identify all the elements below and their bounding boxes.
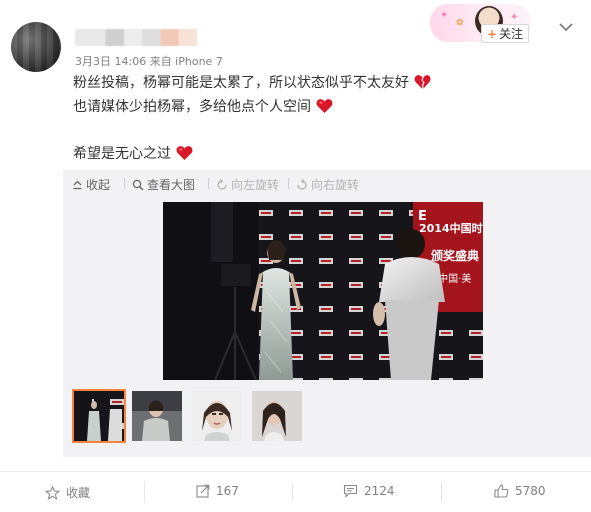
- comment-button[interactable]: 2124: [343, 484, 395, 498]
- favorite-button[interactable]: 收藏: [45, 484, 90, 501]
- action-divider: [292, 482, 293, 502]
- view-large-label: 查看大图: [147, 178, 196, 192]
- follow-button[interactable]: + 关注: [481, 24, 529, 43]
- broken-heart-icon: [415, 75, 431, 89]
- heart-icon: [177, 146, 193, 160]
- post-meta: 3月3日 14:06 来自 iPhone 7: [75, 55, 223, 68]
- plus-icon: +: [486, 26, 498, 41]
- collapse-icon: [73, 180, 82, 190]
- thumbs-up-icon: [494, 484, 509, 498]
- post-text-line-2: 也请媒体少拍杨幂，多给他点个人空间: [73, 96, 333, 116]
- favorite-label: 收藏: [66, 486, 91, 500]
- weibo-post-card: 3月3日 14:06 来自 iPhone 7 ✦ ✿ ✦ + 关注 粉丝投稿，杨幂…: [0, 0, 591, 512]
- rotate-right-icon: [297, 178, 307, 190]
- rotate-left-label: 向左旋转: [231, 178, 280, 192]
- comment-count: 2124: [364, 484, 395, 498]
- post-text-line-3: 希望是无心之过: [73, 143, 193, 163]
- media-box: 收起 查看大图 向左旋转 向右旋转 2014中国时 颁奖盛典 ·中国·美 E: [63, 170, 591, 457]
- repost-icon: [196, 484, 210, 498]
- backdrop-banner-word: 颁奖盛典: [431, 248, 479, 263]
- action-divider: [441, 482, 442, 502]
- post-text-line-1: 粉丝投稿，杨幂可能是太累了，所以状态似乎不太友好: [73, 72, 431, 92]
- action-divider: [144, 482, 145, 502]
- collapse-button[interactable]: 收起: [72, 176, 110, 193]
- follow-label: 关注: [499, 27, 524, 41]
- rotate-right-label: 向右旋转: [311, 178, 360, 192]
- post-text-line-1-content: 粉丝投稿，杨幂可能是太累了，所以状态似乎不太友好: [73, 75, 409, 91]
- chevron-down-icon[interactable]: [558, 20, 574, 34]
- toolbar-divider: [288, 178, 289, 189]
- toolbar-divider: [124, 178, 125, 189]
- repost-count: 167: [216, 484, 239, 498]
- thumbnail-2[interactable]: [132, 391, 182, 441]
- collapse-label: 收起: [86, 178, 111, 192]
- thumbnail-4[interactable]: [252, 391, 302, 441]
- like-button[interactable]: 5780: [494, 484, 546, 498]
- username-blurred[interactable]: [75, 29, 197, 46]
- post-text-line-2-content: 也请媒体少拍杨幂，多给他点个人空间: [73, 99, 311, 115]
- media-toolbar: 收起 查看大图 向左旋转 向右旋转: [63, 170, 591, 196]
- toolbar-divider: [208, 178, 209, 189]
- heart-icon: [317, 99, 333, 113]
- magnifier-icon: [132, 179, 144, 190]
- comment-icon: [343, 484, 358, 498]
- star-icon: [45, 485, 60, 500]
- backdrop-logo-mark: E: [418, 209, 427, 224]
- rotate-left-button[interactable]: 向左旋转: [216, 176, 279, 193]
- like-count: 5780: [515, 484, 546, 498]
- avatar[interactable]: [11, 22, 61, 72]
- action-bar: 收藏 167 2124 5780: [0, 472, 591, 512]
- view-large-button[interactable]: 查看大图: [132, 176, 195, 193]
- thumbnail-1[interactable]: [72, 389, 126, 443]
- rotate-right-button[interactable]: 向右旋转: [296, 176, 359, 193]
- main-photo[interactable]: 2014中国时尚 颁奖盛典 ·中国·美 E: [163, 202, 483, 380]
- post-text-line-3-content: 希望是无心之过: [73, 146, 171, 162]
- rotate-left-icon: [217, 178, 227, 190]
- thumbnail-3[interactable]: [192, 391, 242, 441]
- backdrop-banner-year: 2014中国时尚: [419, 221, 483, 235]
- repost-button[interactable]: 167: [196, 484, 239, 498]
